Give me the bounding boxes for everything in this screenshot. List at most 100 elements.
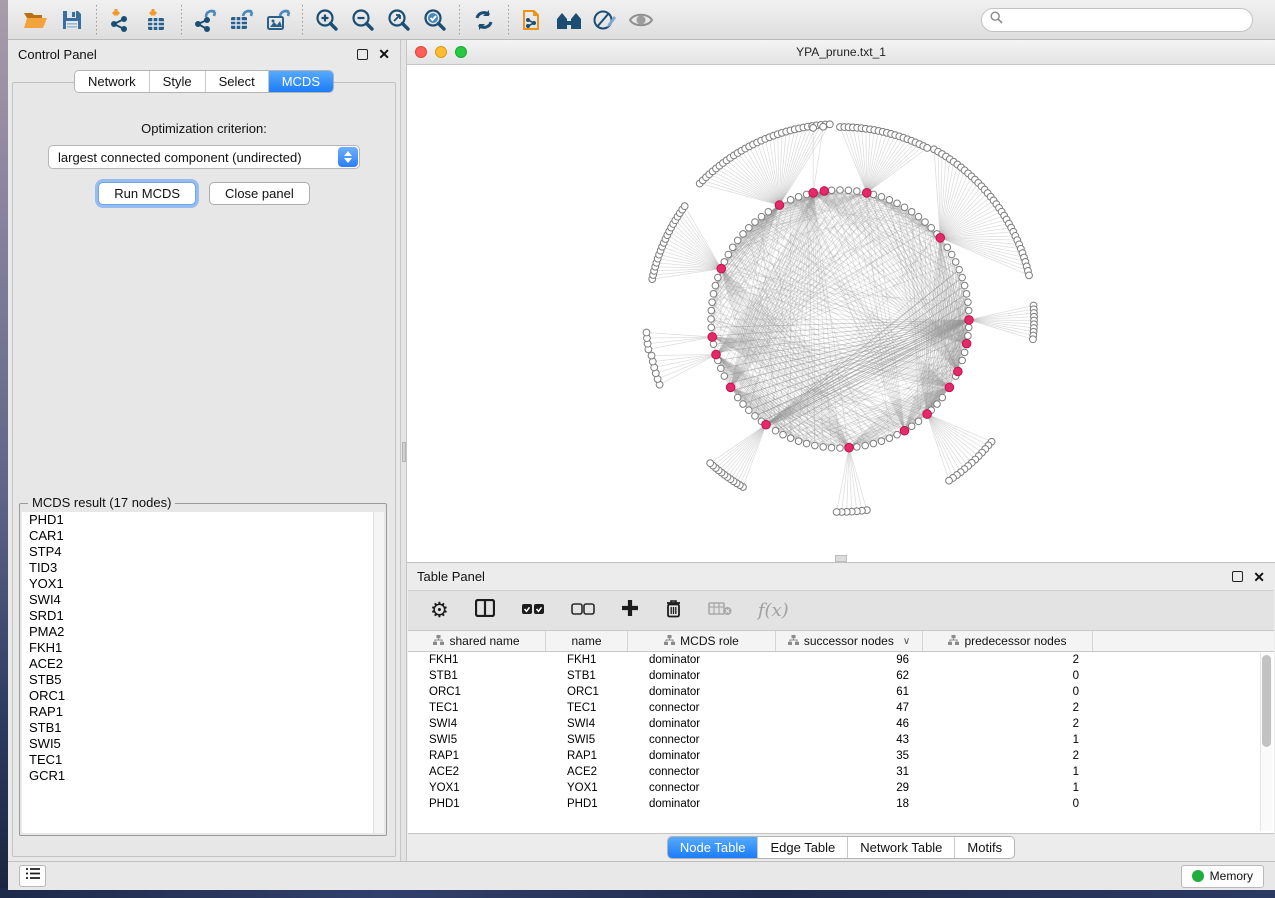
export-image-button[interactable] bbox=[260, 4, 296, 36]
zoom-in-button[interactable] bbox=[309, 4, 345, 36]
import-network-button[interactable] bbox=[103, 4, 139, 36]
criterion-select[interactable]: largest connected component (undirected) bbox=[48, 145, 360, 169]
table-row[interactable]: SWI5SWI5connector431 bbox=[408, 732, 1274, 748]
show-hide-eye-button[interactable] bbox=[623, 4, 659, 36]
column-label: MCDS role bbox=[680, 634, 739, 648]
export-table-button[interactable] bbox=[224, 4, 260, 36]
mcds-result-item[interactable]: TEC1 bbox=[22, 752, 384, 768]
function-builder-button[interactable]: f(x) bbox=[758, 600, 789, 621]
close-panel-icon[interactable]: ✕ bbox=[378, 47, 390, 61]
table-panel: Table Panel ✕ ⚙ bbox=[407, 563, 1275, 861]
mcds-list-scrollbar[interactable] bbox=[373, 512, 384, 833]
table-row[interactable]: FKH1FKH1dominator962 bbox=[408, 652, 1274, 668]
cell-mcds-role: connector bbox=[628, 780, 776, 796]
mcds-result-item[interactable]: STB5 bbox=[22, 672, 384, 688]
open-file-button[interactable] bbox=[18, 4, 54, 36]
mcds-result-item[interactable]: SWI4 bbox=[22, 592, 384, 608]
column-header-name[interactable]: name bbox=[546, 631, 628, 651]
network-graph[interactable] bbox=[407, 65, 1275, 562]
import-table-button[interactable] bbox=[139, 4, 175, 36]
toolbar-separator bbox=[508, 5, 509, 35]
tab-network-table[interactable]: Network Table bbox=[848, 837, 955, 858]
first-neighbors-button[interactable] bbox=[551, 4, 587, 36]
hide-annotation-icon bbox=[592, 8, 618, 32]
search-box[interactable] bbox=[981, 8, 1253, 32]
mcds-result-item[interactable]: PHD1 bbox=[22, 512, 384, 528]
status-menu-button[interactable] bbox=[19, 865, 46, 887]
table-scrollbar-thumb[interactable] bbox=[1262, 655, 1271, 747]
close-table-panel-icon[interactable]: ✕ bbox=[1253, 570, 1265, 584]
mcds-result-list[interactable]: PHD1CAR1STP4TID3YOX1SWI4SRD1PMA2FKH1ACE2… bbox=[22, 512, 384, 833]
table-row[interactable]: SWI4SWI4dominator462 bbox=[408, 716, 1274, 732]
table-row[interactable]: TEC1TEC1connector472 bbox=[408, 700, 1274, 716]
tab-select[interactable]: Select bbox=[206, 71, 269, 92]
float-panel-icon[interactable] bbox=[357, 49, 368, 60]
zoom-out-button[interactable] bbox=[345, 4, 381, 36]
column-header-MCDS-role[interactable]: MCDS role bbox=[628, 631, 776, 651]
splitter-handle[interactable] bbox=[402, 442, 406, 462]
fx-icon: f(x) bbox=[758, 600, 789, 621]
export-network-button[interactable] bbox=[188, 4, 224, 36]
cell-name: STB1 bbox=[546, 668, 628, 684]
zoom-fit-button[interactable] bbox=[381, 4, 417, 36]
cell-name: SWI4 bbox=[546, 716, 628, 732]
delete-table-button[interactable] bbox=[708, 601, 732, 621]
column-header-shared-name[interactable]: shared name bbox=[408, 631, 546, 651]
mcds-result-item[interactable]: TID3 bbox=[22, 560, 384, 576]
table-row[interactable]: ORC1ORC1dominator610 bbox=[408, 684, 1274, 700]
tab-node-table[interactable]: Node Table bbox=[668, 837, 759, 858]
column-label: predecessor nodes bbox=[964, 634, 1066, 648]
tab-motifs[interactable]: Motifs bbox=[955, 837, 1014, 858]
mcds-result-item[interactable]: STP4 bbox=[22, 544, 384, 560]
search-input[interactable] bbox=[1003, 13, 1244, 27]
column-visibility-button[interactable] bbox=[475, 599, 495, 622]
table-row[interactable]: STB1STB1dominator620 bbox=[408, 668, 1274, 684]
network-canvas[interactable] bbox=[407, 65, 1275, 562]
tab-network[interactable]: Network bbox=[75, 71, 150, 92]
table-row[interactable]: RAP1RAP1dominator352 bbox=[408, 748, 1274, 764]
memory-button[interactable]: Memory bbox=[1181, 865, 1264, 888]
select-all-rows-button[interactable] bbox=[521, 602, 545, 620]
mcds-result-item[interactable]: STB1 bbox=[22, 720, 384, 736]
table-row[interactable]: PHD1PHD1dominator180 bbox=[408, 796, 1274, 812]
annotation-toggle-button[interactable] bbox=[587, 4, 623, 36]
table-scrollbar[interactable] bbox=[1260, 653, 1272, 831]
mcds-result-item[interactable]: PMA2 bbox=[22, 624, 384, 640]
mcds-result-item[interactable]: SRD1 bbox=[22, 608, 384, 624]
mcds-result-item[interactable]: YOX1 bbox=[22, 576, 384, 592]
mcds-result-item[interactable]: SWI5 bbox=[22, 736, 384, 752]
save-session-button[interactable] bbox=[54, 4, 90, 36]
column-header-successor-nodes[interactable]: successor nodes∨ bbox=[776, 631, 923, 651]
horizontal-splitter-handle[interactable] bbox=[835, 555, 847, 562]
ndex-share-document-button[interactable] bbox=[515, 4, 551, 36]
table-row[interactable]: YOX1YOX1connector291 bbox=[408, 780, 1274, 796]
close-panel-button[interactable]: Close panel bbox=[209, 182, 310, 205]
add-column-button[interactable] bbox=[621, 599, 639, 622]
cell-successor-nodes: 29 bbox=[776, 780, 923, 796]
network-view-title: YPA_prune.txt_1 bbox=[407, 45, 1275, 59]
tab-mcds[interactable]: MCDS bbox=[269, 71, 333, 92]
table-row[interactable]: ACE2ACE2connector311 bbox=[408, 764, 1274, 780]
mcds-result-item[interactable]: GCR1 bbox=[22, 768, 384, 784]
refresh-layout-button[interactable] bbox=[466, 4, 502, 36]
mcds-result-item[interactable]: ACE2 bbox=[22, 656, 384, 672]
mcds-result-item[interactable]: FKH1 bbox=[22, 640, 384, 656]
mcds-result-item[interactable]: ORC1 bbox=[22, 688, 384, 704]
table-settings-button[interactable]: ⚙ bbox=[430, 600, 449, 621]
vertical-splitter[interactable] bbox=[400, 40, 407, 861]
cell-predecessor-nodes: 1 bbox=[923, 764, 1093, 780]
mcds-result-item[interactable]: RAP1 bbox=[22, 704, 384, 720]
node-table[interactable]: shared namename MCDS role successor nodes∨… bbox=[408, 631, 1274, 834]
tab-style[interactable]: Style bbox=[150, 71, 206, 92]
zoom-selected-button[interactable] bbox=[417, 4, 453, 36]
tab-edge-table[interactable]: Edge Table bbox=[758, 837, 848, 858]
mcds-result-item[interactable]: CAR1 bbox=[22, 528, 384, 544]
cell-name: ORC1 bbox=[546, 684, 628, 700]
run-mcds-button[interactable]: Run MCDS bbox=[98, 182, 196, 205]
delete-column-button[interactable] bbox=[665, 599, 682, 623]
refresh-icon bbox=[472, 8, 496, 32]
deselect-all-rows-button[interactable] bbox=[571, 602, 595, 620]
column-header-predecessor-nodes[interactable]: predecessor nodes bbox=[923, 631, 1093, 651]
float-table-panel-icon[interactable] bbox=[1232, 571, 1243, 582]
cell-mcds-role: dominator bbox=[628, 748, 776, 764]
